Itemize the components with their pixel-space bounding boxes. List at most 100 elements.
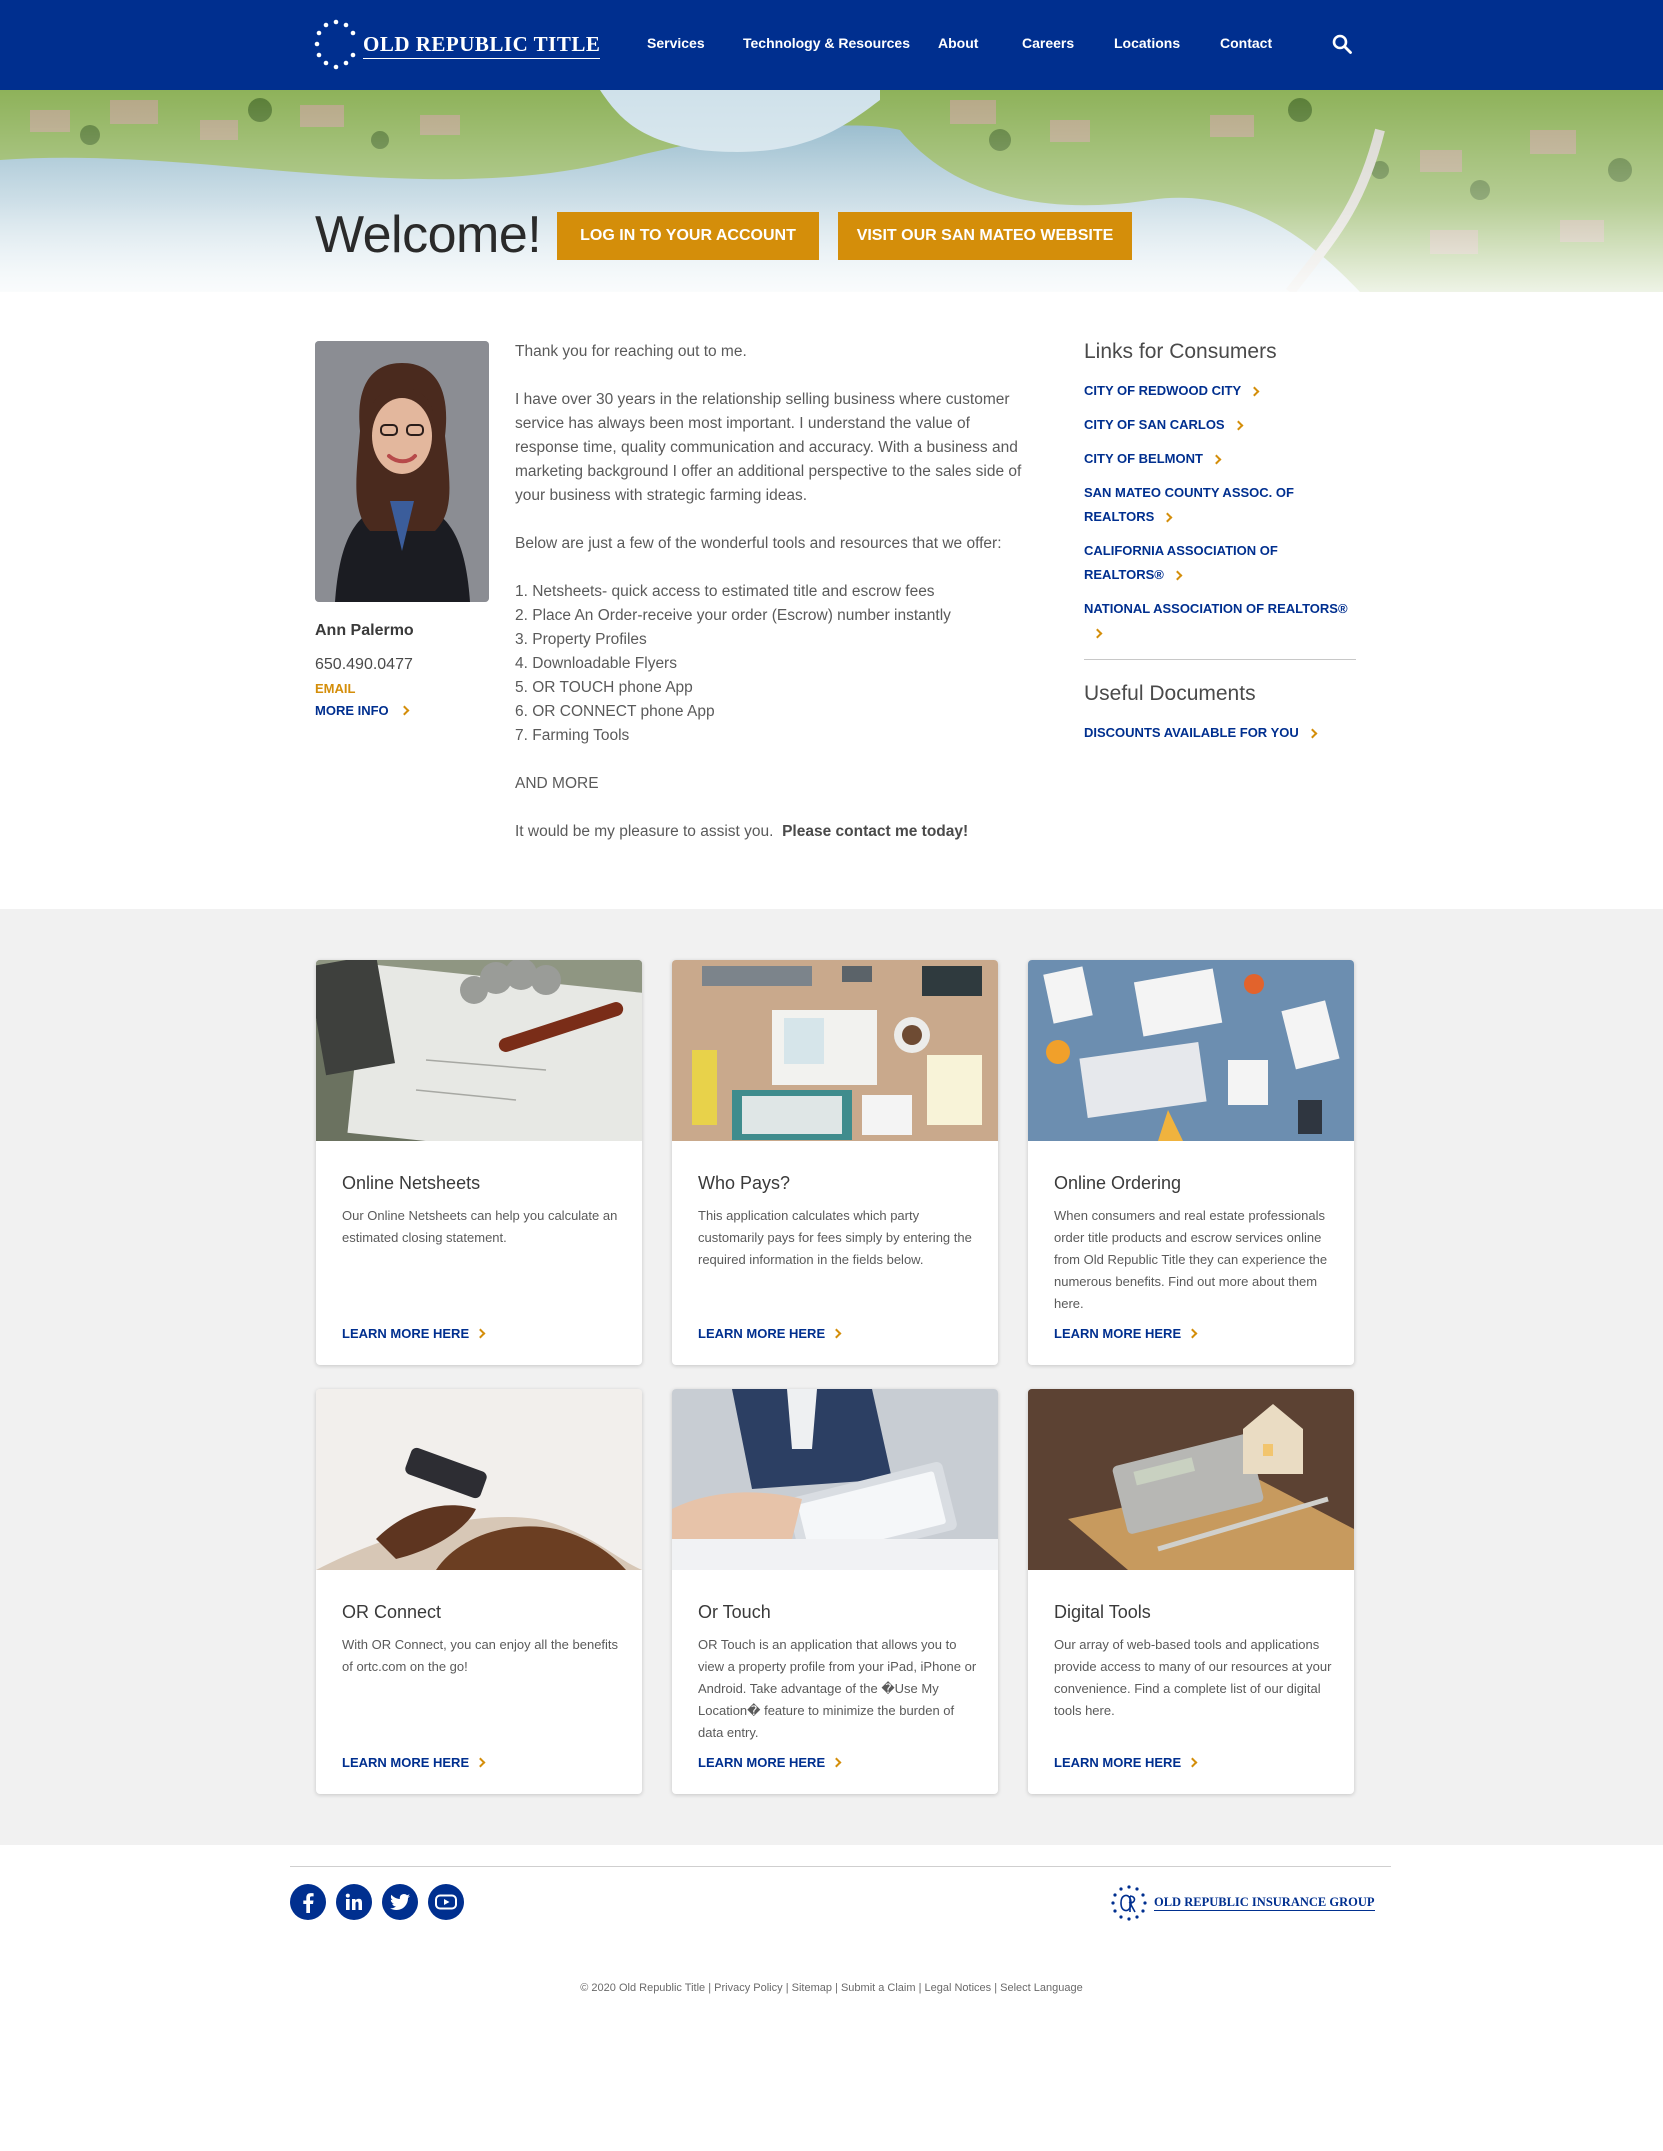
- link-california-realtors[interactable]: CALIFORNIA ASSOCIATION OF REALTORS®: [1084, 539, 1356, 587]
- card-text: With OR Connect, you can enjoy all the b…: [342, 1637, 619, 1674]
- learn-more-label: LEARN MORE HERE: [698, 1755, 826, 1770]
- nav-contact[interactable]: Contact: [1220, 35, 1272, 51]
- chevron-right-icon: [1307, 728, 1318, 739]
- agent-name: Ann Palermo: [315, 622, 414, 639]
- link-label: SAN MATEO COUNTY ASSOC. OF REALTORS: [1084, 485, 1294, 524]
- chevron-right-icon: [831, 1757, 842, 1768]
- facebook-icon[interactable]: [290, 1884, 326, 1920]
- sitemap-link[interactable]: Sitemap: [792, 1982, 832, 1994]
- footer-separator: |: [994, 1982, 998, 1994]
- nav-locations[interactable]: Locations: [1114, 35, 1180, 51]
- card-text: Our array of web-based tools and applica…: [1054, 1637, 1332, 1718]
- card-online-ordering: Online Ordering When consumers and real …: [1028, 960, 1354, 1365]
- card-title: OR Connect: [342, 1602, 442, 1622]
- useful-documents-heading: Useful Documents: [1084, 682, 1256, 705]
- card-title: Online Ordering: [1054, 1173, 1182, 1193]
- logo-text: OLD REPUBLIC TITLE: [363, 32, 601, 59]
- learn-more-link[interactable]: LEARN MORE HERE: [698, 1326, 842, 1341]
- link-label: CITY OF REDWOOD CITY: [1084, 383, 1242, 398]
- card-or-connect: OR Connect With OR Connect, you can enjo…: [316, 1389, 642, 1794]
- bio-and-more: AND MORE: [515, 775, 599, 792]
- lake-neighborhood-image: [0, 90, 1663, 292]
- nav-careers[interactable]: Careers: [1022, 35, 1074, 51]
- card-digital-tools: Digital Tools Our array of web-based too…: [1028, 1389, 1354, 1794]
- link-discounts[interactable]: DISCOUNTS AVAILABLE FOR YOU: [1084, 721, 1356, 745]
- card-title: Or Touch: [698, 1602, 771, 1622]
- learn-more-link[interactable]: LEARN MORE HERE: [698, 1755, 842, 1770]
- login-account-button[interactable]: LOG IN TO YOUR ACCOUNT: [557, 212, 819, 260]
- chevron-right-icon: [1092, 628, 1103, 639]
- who-pays-image: [672, 960, 998, 1141]
- learn-more-link[interactable]: LEARN MORE HERE: [1054, 1755, 1198, 1770]
- digital-tools-image: [1028, 1389, 1354, 1570]
- card-online-netsheets: Online Netsheets Our Online Netsheets ca…: [316, 960, 642, 1365]
- hero-banner: Welcome! LOG IN TO YOUR ACCOUNT VISIT OU…: [0, 90, 1663, 292]
- card-text: OR Touch is an application that allows y…: [698, 1637, 977, 1740]
- submit-claim-link[interactable]: Submit a Claim: [841, 1982, 916, 1994]
- stars-ring-icon: [314, 19, 356, 70]
- ori-text: OLD REPUBLIC INSURANCE GROUP: [1154, 1895, 1375, 1911]
- learn-more-label: LEARN MORE HERE: [698, 1326, 826, 1341]
- bio-tools-intro: Below are just a few of the wonderful to…: [515, 535, 1002, 552]
- old-republic-title-logo[interactable]: OLD REPUBLIC TITLE: [313, 18, 601, 72]
- learn-more-link[interactable]: LEARN MORE HERE: [1054, 1326, 1198, 1341]
- footer-separator: |: [708, 1982, 712, 1994]
- chevron-right-icon: [1162, 512, 1173, 523]
- chevron-right-icon: [831, 1328, 842, 1339]
- bio-intro: Thank you for reaching out to me.: [515, 343, 747, 360]
- card-title: Digital Tools: [1054, 1602, 1151, 1622]
- nav-about[interactable]: About: [938, 35, 978, 51]
- footer-separator: |: [835, 1982, 838, 1994]
- bio-list-item: 4. Downloadable Flyers: [515, 655, 677, 672]
- nav-services[interactable]: Services: [647, 35, 705, 51]
- bio-list-item: 6. OR CONNECT phone App: [515, 703, 715, 720]
- chevron-right-icon: [1233, 420, 1244, 431]
- youtube-icon[interactable]: [428, 1884, 464, 1920]
- agent-more-info-link[interactable]: MORE INFO: [315, 703, 410, 718]
- footer-separator: |: [785, 1982, 789, 1994]
- consumer-links-heading: Links for Consumers: [1084, 340, 1277, 363]
- learn-more-link[interactable]: LEARN MORE HERE: [342, 1326, 486, 1341]
- learn-more-label: LEARN MORE HERE: [1054, 1326, 1182, 1341]
- nav-technology-resources[interactable]: Technology & Resources: [743, 35, 910, 51]
- footer-divider: [290, 1866, 1391, 1867]
- old-republic-insurance-group-logo[interactable]: OLD REPUBLIC INSURANCE GROUP: [1110, 1884, 1375, 1922]
- chevron-right-icon: [1211, 454, 1222, 465]
- learn-more-link[interactable]: LEARN MORE HERE: [342, 1755, 486, 1770]
- link-san-mateo-realtors[interactable]: SAN MATEO COUNTY ASSOC. OF REALTORS: [1084, 481, 1356, 529]
- learn-more-label: LEARN MORE HERE: [342, 1326, 470, 1341]
- bio-list-item: 3. Property Profiles: [515, 631, 647, 648]
- card-text: When consumers and real estate professio…: [1054, 1208, 1328, 1311]
- link-national-realtors[interactable]: NATIONAL ASSOCIATION OF REALTORS®: [1084, 597, 1356, 645]
- agent-phone[interactable]: 650.490.0477: [315, 656, 413, 674]
- link-city-belmont[interactable]: CITY OF BELMONT: [1084, 447, 1356, 471]
- card-title: Online Netsheets: [342, 1173, 481, 1193]
- search-icon[interactable]: [1332, 34, 1352, 54]
- welcome-heading: Welcome!: [315, 206, 542, 264]
- bio-list-item: 7. Farming Tools: [515, 727, 630, 744]
- link-city-redwood[interactable]: CITY OF REDWOOD CITY: [1084, 379, 1356, 403]
- visit-san-mateo-button[interactable]: VISIT OUR SAN MATEO WEBSITE: [838, 212, 1132, 260]
- agent-bio: Thank you for reaching out to me. I have…: [515, 340, 1035, 844]
- or-touch-image: [672, 1389, 998, 1570]
- legal-notices-link[interactable]: Legal Notices: [925, 1982, 992, 1994]
- select-language-link[interactable]: Select Language: [1000, 1982, 1083, 1994]
- sidebar-divider: [1084, 659, 1356, 660]
- online-ordering-image: [1028, 960, 1354, 1141]
- bio-list-item: 5. OR TOUCH phone App: [515, 679, 693, 696]
- bio-list-item: 1. Netsheets- quick access to estimated …: [515, 583, 935, 600]
- privacy-policy-link[interactable]: Privacy Policy: [714, 1982, 782, 1994]
- learn-more-label: LEARN MORE HERE: [1054, 1755, 1182, 1770]
- agent-photo: [315, 341, 489, 602]
- agent-email-link[interactable]: EMAIL: [315, 681, 355, 696]
- twitter-icon[interactable]: [382, 1884, 418, 1920]
- linkedin-icon[interactable]: [336, 1884, 372, 1920]
- card-text: This application calculates which party …: [698, 1208, 972, 1267]
- copyright-text: © 2020 Old Republic Title: [580, 1982, 706, 1994]
- link-city-san-carlos[interactable]: CITY OF SAN CARLOS: [1084, 413, 1356, 437]
- chevron-right-icon: [1249, 386, 1260, 397]
- learn-more-label: LEARN MORE HERE: [342, 1755, 470, 1770]
- chevron-right-icon: [1187, 1328, 1198, 1339]
- bio-closing-text: It would be my pleasure to assist you.: [515, 823, 774, 840]
- chevron-right-icon: [475, 1328, 486, 1339]
